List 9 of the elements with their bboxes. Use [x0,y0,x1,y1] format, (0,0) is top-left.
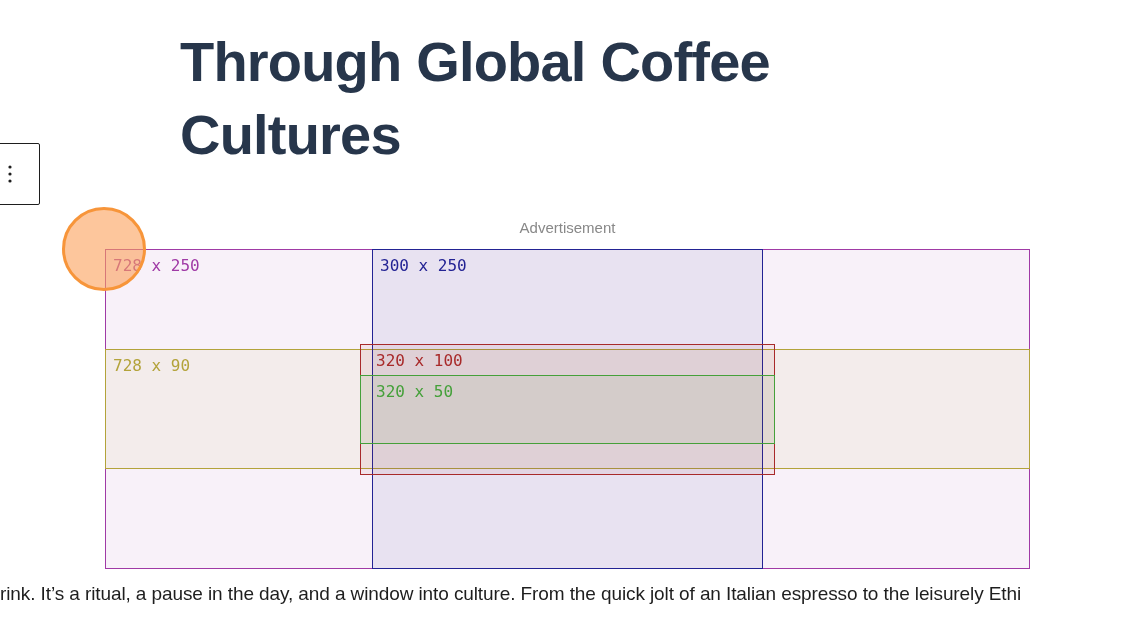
ad-size-label: 300 x 250 [380,257,467,275]
article-paragraph: rink. It’s a ritual, a pause in the day, and a window into culture. From the quick jolt of an Italian espresso to the leisurely Ethi [0,582,1023,606]
ad-size-label: 728 x 90 [113,357,191,375]
vertical-dots-icon [8,165,12,183]
advertisement-label: Advertisement [518,219,617,237]
more-options-button[interactable] [0,143,40,205]
ad-size-label: 320 x 50 [376,383,454,401]
ad-size-label: 320 x 100 [376,352,463,370]
article-title: Through Global Coffee Cultures [180,29,771,168]
